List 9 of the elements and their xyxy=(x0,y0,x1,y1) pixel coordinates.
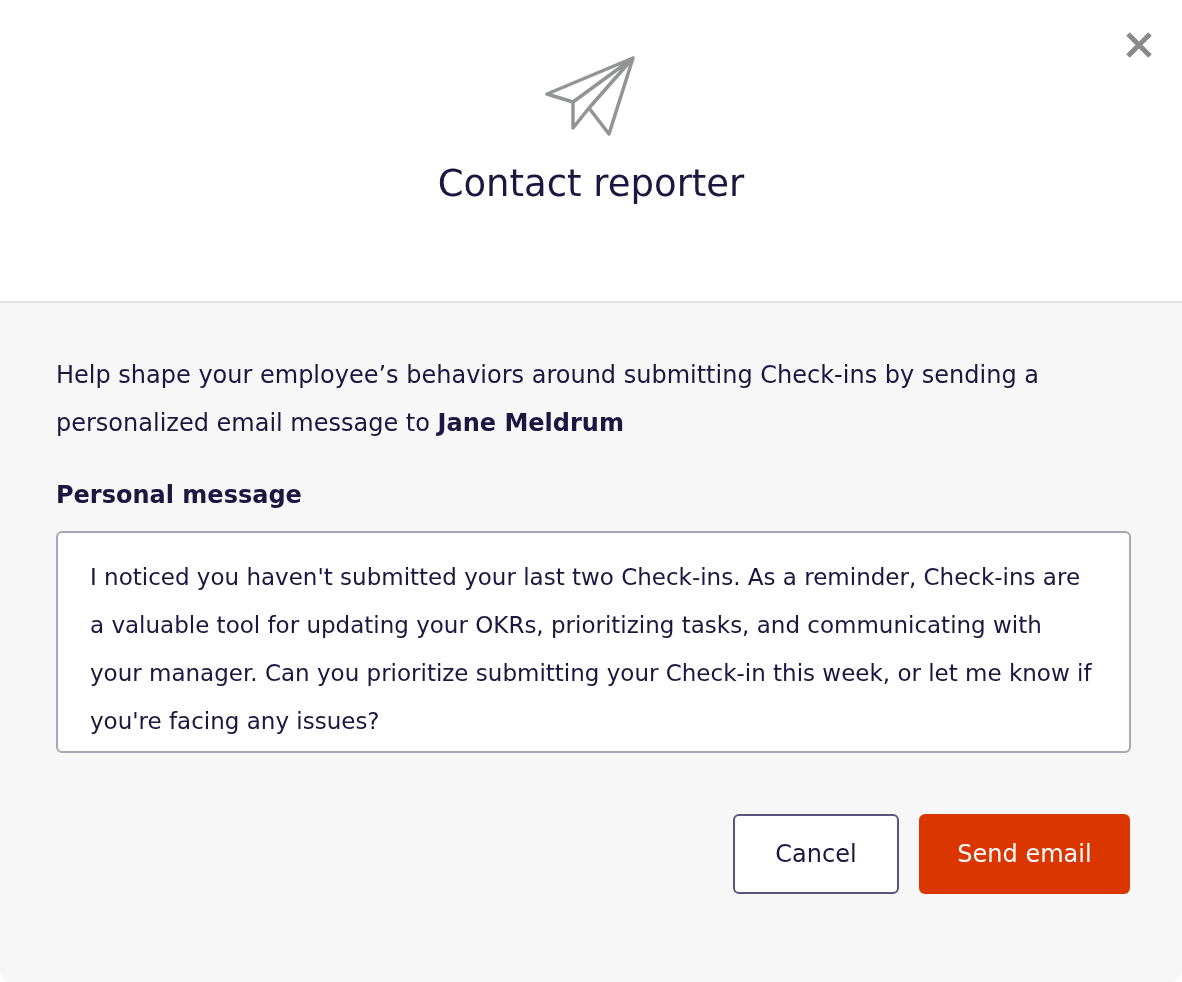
message-field[interactable]: I noticed you haven't submitted your last two Check-ins. As a reminder, Check-ins are a valuable tool for updating your OKRs, prioritizing tasks, and communicating with your manager. Can you prioritize submitting your Check-in this week, or let me know if you're facing any issues? xyxy=(56,531,1131,753)
close-icon xyxy=(1126,32,1152,58)
field-label: Personal message xyxy=(56,481,303,509)
close-button[interactable] xyxy=(1124,30,1154,60)
send-button[interactable]: Send email xyxy=(919,814,1130,894)
description-text: Help shape your employee’s behaviors around submitting Check-ins by sending a personalized email message to Jane Meldrum xyxy=(56,360,1040,439)
paper-plane-icon xyxy=(545,56,637,138)
cancel-button[interactable]: Cancel xyxy=(733,814,899,894)
dialog-title: Contact reporter xyxy=(437,162,745,205)
